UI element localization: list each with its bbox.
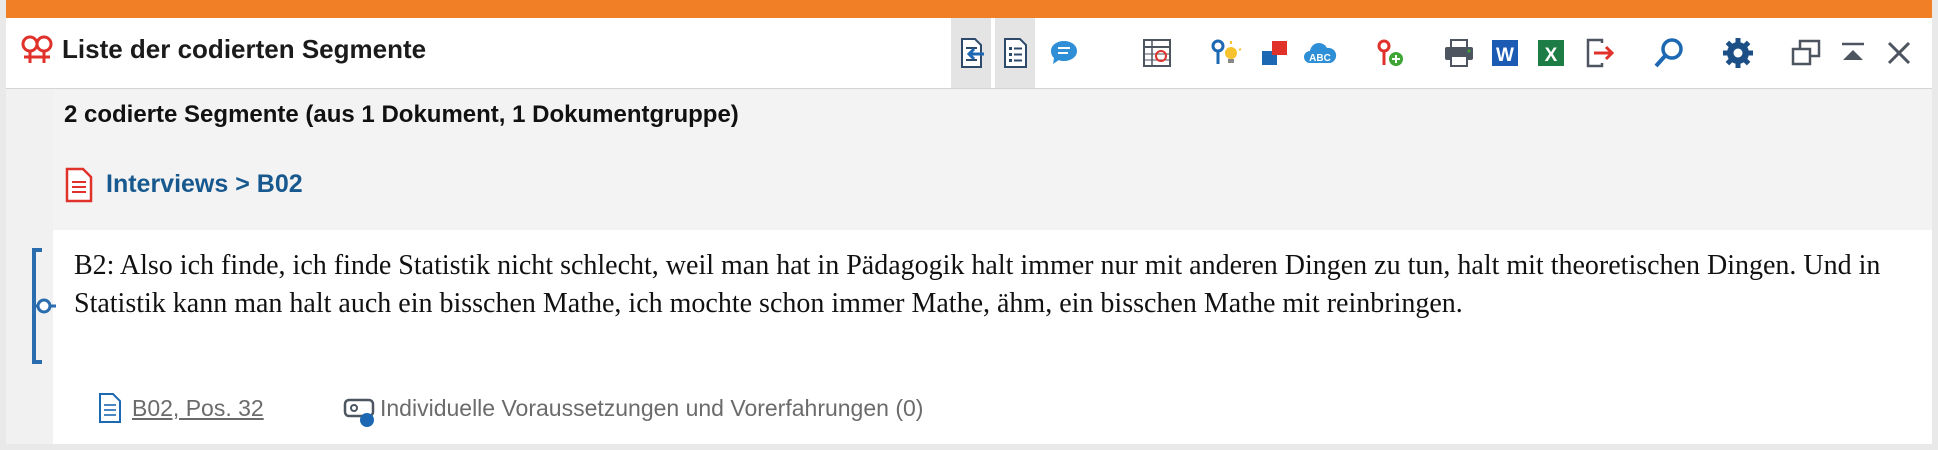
window-accent-bar [6, 0, 1932, 18]
segment-code-label: Individuelle Voraussetzungen und Vorerfa… [380, 395, 924, 421]
word-export-button[interactable]: W [1485, 18, 1525, 88]
word-cloud-icon: ABC [1304, 43, 1337, 64]
window-title: Liste der codierten Segmente [62, 34, 427, 64]
word-cloud-button[interactable]: ABC [1300, 18, 1340, 88]
segment-bracket-icon [32, 248, 56, 364]
word-export-icon: W [1492, 40, 1518, 66]
code-matrix-icon [1143, 39, 1171, 67]
color-square-icon [1262, 41, 1287, 65]
export-to-document-icon [961, 38, 984, 68]
document-red-icon [65, 167, 93, 203]
word-cloud-letters: ABC [1309, 53, 1331, 64]
export-to-document-button[interactable] [951, 18, 991, 88]
coded-segments-app-icon [21, 35, 53, 63]
exit-export-button[interactable] [1579, 18, 1619, 88]
excel-export-icon: X [1538, 40, 1564, 66]
collapse-button[interactable] [1833, 18, 1873, 88]
new-code-button[interactable] [1370, 18, 1410, 88]
exit-export-icon [1586, 38, 1615, 68]
document-path-link[interactable]: Interviews > B02 [106, 170, 303, 199]
search-button[interactable] [1649, 18, 1689, 88]
search-icon [1654, 38, 1683, 68]
code-idea-button[interactable] [1206, 18, 1246, 88]
segment-text: B2: Also ich finde, ich finde Statistik … [74, 250, 1881, 319]
code-tag-icon [343, 398, 375, 427]
list-view-icon [1004, 38, 1027, 68]
undock-window-button[interactable] [1786, 18, 1826, 88]
segment-list: 2 codierte Segmente (aus 1 Dokument, 1 D… [6, 89, 1932, 444]
color-codes-button[interactable] [1254, 18, 1294, 88]
segment-source-link[interactable]: B02, Pos. 32 [132, 395, 264, 422]
close-button[interactable] [1879, 18, 1919, 88]
coded-segments-window: Liste der codierten Segmente ABC W X 2 c… [6, 0, 1932, 444]
word-letter: W [1496, 45, 1514, 66]
excel-letter: X [1545, 45, 1558, 66]
settings-icon [1723, 38, 1753, 68]
document-icon [99, 393, 121, 423]
title-bar: Liste der codierten Segmente ABC W X [6, 18, 1932, 89]
settings-button[interactable] [1718, 18, 1758, 88]
excel-export-button[interactable]: X [1531, 18, 1571, 88]
print-button[interactable] [1439, 18, 1479, 88]
segments-summary: 2 codierte Segmente (aus 1 Dokument, 1 D… [64, 101, 739, 128]
code-matrix-button[interactable] [1138, 18, 1178, 88]
close-icon [1887, 41, 1911, 65]
list-view-button[interactable] [995, 18, 1035, 88]
undock-window-icon [1791, 39, 1821, 66]
comment-button[interactable] [1044, 18, 1084, 88]
code-idea-icon [1211, 39, 1242, 64]
comment-bubble-icon [1051, 41, 1077, 64]
collapse-icon [1842, 42, 1864, 60]
print-icon [1445, 39, 1473, 67]
new-code-icon [1377, 39, 1403, 66]
